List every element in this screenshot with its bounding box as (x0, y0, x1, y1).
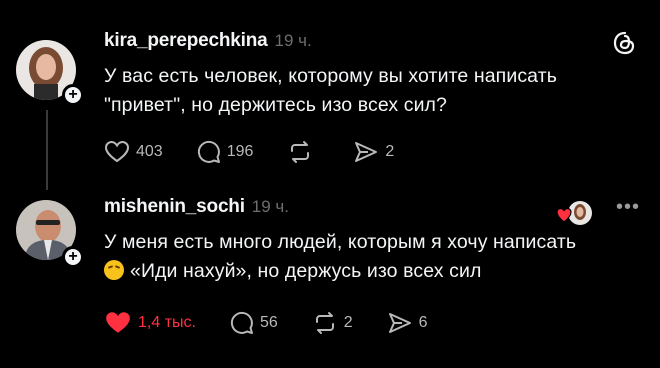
share-count: 2 (385, 143, 395, 160)
post-text: У меня есть много людей, которым я хочу … (104, 228, 644, 286)
repost-icon (315, 312, 334, 334)
post-text-line: «Иди нахуй», но держусь изо всех сил (130, 260, 482, 282)
repost-button[interactable]: 2 (312, 311, 353, 335)
share-count: 6 (418, 314, 428, 331)
author-liked-icon (556, 201, 592, 225)
reply-count: 196 (226, 143, 254, 160)
timestamp: 19 ч. (251, 197, 290, 216)
post-actions: 403 196 2 (104, 140, 428, 164)
share-icon (355, 142, 378, 162)
reply-count: 56 (259, 314, 278, 331)
comment-icon (230, 311, 253, 334)
threads-logo-icon[interactable] (612, 30, 638, 56)
thread-reply: + mishenin_sochi 19 ч. ••• У меня есть м… (0, 188, 660, 363)
follow-plus-icon[interactable]: + (62, 246, 84, 268)
rofl-emoji-icon (104, 260, 124, 280)
like-count: 403 (136, 143, 163, 160)
follow-plus-icon[interactable]: + (62, 84, 84, 106)
username[interactable]: kira_perepechkina (104, 30, 268, 52)
repost-count: 2 (343, 314, 353, 331)
like-count: 1,4 тыс. (138, 314, 196, 331)
comment-icon (197, 140, 220, 163)
post-header: mishenin_sochi 19 ч. (104, 196, 289, 218)
post-text-line-2: «Иди нахуй», но держусь изо всех сил (104, 257, 644, 286)
share-button[interactable]: 6 (387, 311, 428, 335)
like-button[interactable]: 1,4 тыс. (104, 310, 196, 336)
thread-post: + kira_perepechkina 19 ч. У вас есть чел… (0, 22, 660, 190)
thread-connector-line (46, 110, 48, 190)
share-button[interactable]: 2 (353, 140, 394, 164)
post-actions: 1,4 тыс. 56 2 6 (104, 310, 462, 336)
repost-icon (291, 141, 310, 163)
repost-button[interactable] (287, 140, 319, 164)
username[interactable]: mishenin_sochi (104, 196, 245, 218)
post-text-line: У меня есть много людей, которым я хочу … (104, 231, 577, 253)
heart-icon (104, 140, 130, 163)
reply-button[interactable]: 56 (230, 311, 278, 335)
heart-filled-icon (106, 312, 130, 333)
post-header: kira_perepechkina 19 ч. (104, 30, 312, 52)
more-icon[interactable]: ••• (616, 197, 640, 217)
post-text: У вас есть человек, которому вы хотите н… (104, 65, 557, 116)
reply-button[interactable]: 196 (197, 140, 254, 164)
share-icon (388, 313, 411, 333)
timestamp: 19 ч. (274, 31, 312, 50)
like-button[interactable]: 403 (104, 140, 163, 164)
